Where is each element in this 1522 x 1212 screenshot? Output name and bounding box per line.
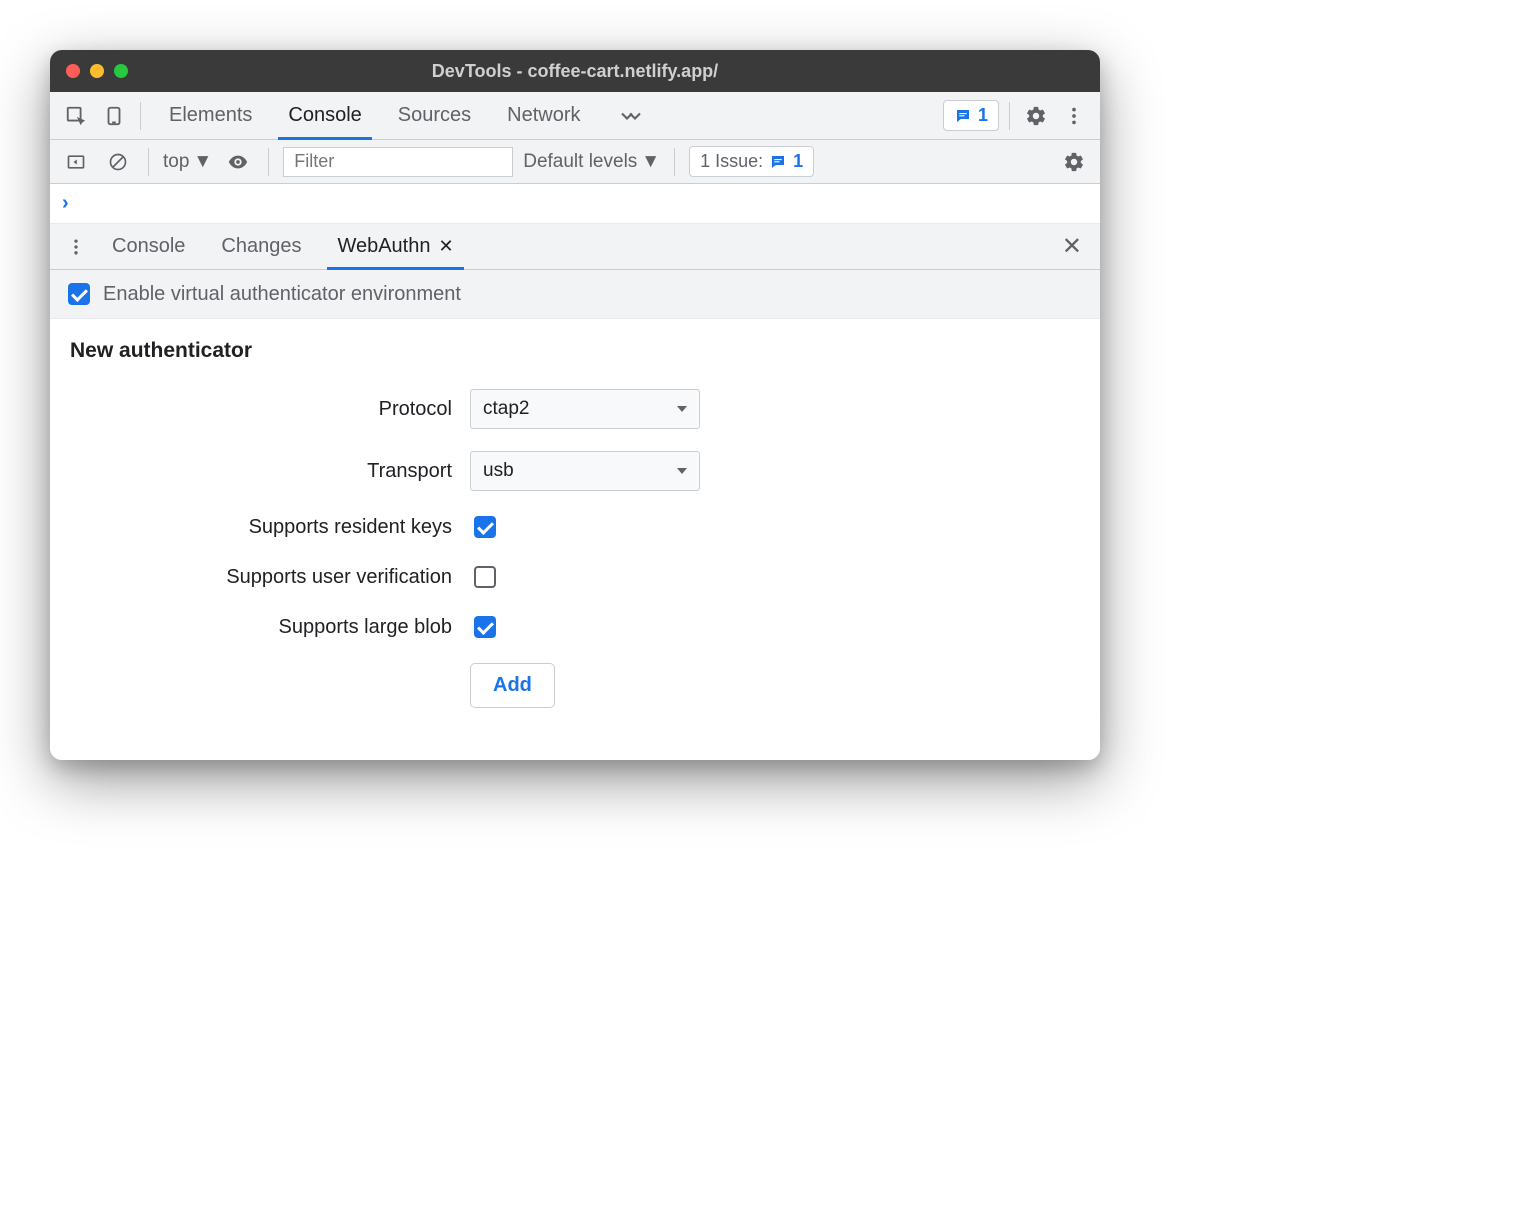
issues-button[interactable]: 1 Issue: 1 [689,146,814,177]
drawer-tab-webauthn[interactable]: WebAuthn ✕ [321,224,469,269]
console-input-row[interactable]: › [50,184,1100,224]
add-row: Add [70,663,1080,708]
close-window-button[interactable] [66,64,80,78]
window-title: DevTools - coffee-cart.netlify.app/ [66,61,1084,82]
drawer-tab-changes[interactable]: Changes [205,224,317,269]
add-button[interactable]: Add [470,663,555,708]
webauthn-panel: New authenticator Protocol ctap2 Transpo… [50,319,1100,760]
tab-sources[interactable]: Sources [380,92,489,139]
device-toolbar-icon[interactable] [98,100,130,132]
toolbar-separator [268,148,269,176]
issues-count: 1 [793,151,803,172]
webauthn-enable-row: Enable virtual authenticator environment [50,270,1100,319]
traffic-lights [66,64,128,78]
clear-console-icon[interactable] [102,146,134,178]
large-blob-checkbox[interactable] [474,616,496,638]
toolbar-separator [674,148,675,176]
user-verification-checkbox[interactable] [474,566,496,588]
drawer-more-icon[interactable] [60,231,92,263]
protocol-select[interactable]: ctap2 [470,389,700,429]
dropdown-arrow-icon: ▼ [193,151,212,173]
new-authenticator-title: New authenticator [70,339,1080,363]
resident-keys-checkbox[interactable] [474,516,496,538]
tab-network[interactable]: Network [489,92,598,139]
resident-keys-row: Supports resident keys [70,513,1080,541]
drawer-tab-console[interactable]: Console [96,224,201,269]
transport-label: Transport [70,460,470,483]
maximize-window-button[interactable] [114,64,128,78]
close-drawer-icon[interactable]: ✕ [1054,232,1090,261]
more-menu-icon[interactable] [1058,100,1090,132]
close-tab-icon[interactable]: ✕ [438,236,453,257]
log-levels-label: Default levels [523,151,637,173]
settings-icon[interactable] [1020,100,1052,132]
protocol-row: Protocol ctap2 [70,389,1080,429]
context-label: top [163,151,189,173]
devtools-window: DevTools - coffee-cart.netlify.app/ Elem… [50,50,1100,760]
log-levels-selector[interactable]: Default levels ▼ [523,151,660,173]
inspect-element-icon[interactable] [60,100,92,132]
more-tabs-button[interactable] [599,92,663,139]
prompt-chevron-icon: › [62,192,69,215]
transport-select[interactable]: usb [470,451,700,491]
enable-virtual-authenticator-checkbox[interactable] [68,283,90,305]
user-verification-label: Supports user verification [70,566,470,589]
transport-row: Transport usb [70,451,1080,491]
toolbar-separator [148,148,149,176]
tab-elements[interactable]: Elements [151,92,270,139]
main-tab-strip: Elements Console Sources Network [151,92,663,139]
resident-keys-label: Supports resident keys [70,516,470,539]
enable-virtual-authenticator-label: Enable virtual authenticator environment [103,283,461,306]
console-sidebar-toggle-icon[interactable] [60,146,92,178]
filter-input[interactable] [283,147,513,177]
messages-badge[interactable]: 1 [943,100,999,131]
live-expression-icon[interactable] [222,146,254,178]
drawer-tab-webauthn-label: WebAuthn [337,235,430,258]
console-settings-icon[interactable] [1058,146,1090,178]
context-selector[interactable]: top ▼ [163,151,212,173]
toolbar-separator [1009,102,1010,130]
dropdown-arrow-icon: ▼ [641,151,660,173]
large-blob-label: Supports large blob [70,616,470,639]
protocol-label: Protocol [70,398,470,421]
issues-label: 1 Issue: [700,151,763,172]
minimize-window-button[interactable] [90,64,104,78]
drawer-tab-strip: Console Changes WebAuthn ✕ ✕ [50,224,1100,270]
messages-count: 1 [978,105,988,126]
large-blob-row: Supports large blob [70,613,1080,641]
main-toolbar: Elements Console Sources Network 1 [50,92,1100,140]
console-toolbar: top ▼ Default levels ▼ 1 Issue: 1 [50,140,1100,184]
protocol-value: ctap2 [483,398,529,420]
titlebar: DevTools - coffee-cart.netlify.app/ [50,50,1100,92]
tab-console[interactable]: Console [270,92,379,139]
transport-value: usb [483,460,514,482]
toolbar-separator [140,102,141,130]
user-verification-row: Supports user verification [70,563,1080,591]
